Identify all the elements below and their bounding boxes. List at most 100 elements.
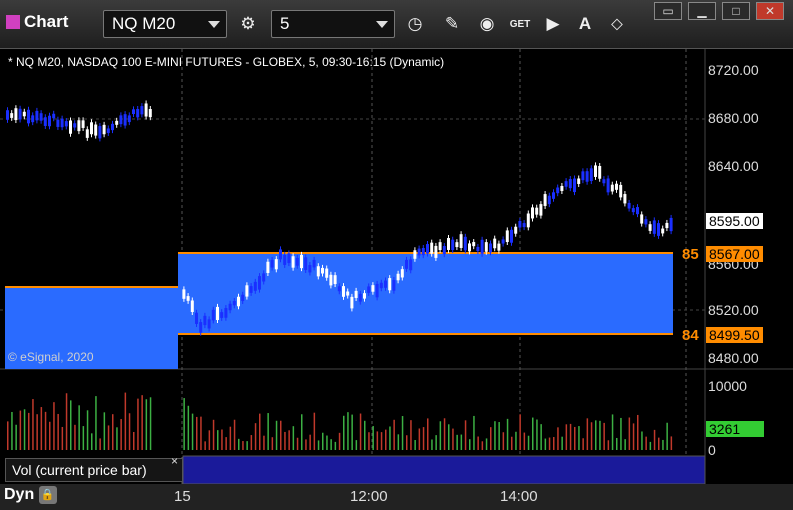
volume-bar [338, 432, 341, 450]
volume-bar [616, 437, 618, 450]
candle-body [669, 217, 673, 232]
upper-level-badge: 8567.00 [706, 246, 763, 262]
candle-body [510, 229, 513, 243]
volume-bar [456, 434, 458, 450]
candle-body [77, 120, 81, 132]
volume-bar [53, 402, 55, 450]
volume-bar [372, 426, 374, 450]
volume-bar [565, 424, 568, 450]
volume-bar [208, 430, 211, 450]
volume-bar [590, 422, 593, 450]
candle-body [652, 220, 656, 234]
volume-bar [536, 419, 538, 450]
candle-body [337, 286, 341, 292]
candle-body [64, 121, 68, 127]
candle-body [211, 309, 215, 321]
volume-axis-label: 10000 [708, 378, 747, 394]
candle-body [43, 117, 47, 126]
volume-bar [527, 435, 530, 450]
volume-bar [233, 419, 236, 450]
volume-bar [91, 433, 93, 450]
volume-bar [347, 412, 349, 450]
candle-body [22, 111, 26, 117]
candle-body [627, 202, 631, 209]
volume-bar [586, 418, 589, 450]
candle-body [623, 194, 627, 204]
volume-bar [263, 435, 265, 450]
volume-bar [607, 440, 610, 450]
volume-bar [49, 421, 51, 450]
candle-body [316, 266, 320, 277]
candle-body [358, 293, 362, 302]
candle-body [354, 290, 358, 298]
volume-bar [191, 413, 194, 450]
volume-bar [385, 429, 387, 450]
candle-body [560, 185, 564, 192]
volume-bar [494, 421, 496, 450]
mode-label[interactable]: Dyn 🔒 [4, 486, 57, 504]
candle-body [27, 109, 30, 124]
candle-body [14, 108, 18, 121]
candle-body [379, 282, 383, 289]
volume-bar [599, 420, 601, 450]
volume-bar [322, 432, 324, 450]
candle-body [241, 294, 245, 302]
candle-body [312, 259, 316, 268]
volume-bar [70, 400, 72, 450]
volume-bar [275, 420, 278, 450]
volume-bar [212, 419, 215, 450]
candle-body [228, 303, 232, 311]
volume-bar [553, 437, 555, 450]
volume-bar [670, 436, 673, 450]
volume-bar [460, 434, 463, 450]
volume-bar [439, 421, 442, 450]
candle-body [94, 124, 98, 136]
candle-body [119, 115, 123, 125]
volume-legend-panel [182, 455, 706, 485]
candle-body [216, 306, 219, 320]
candle-body [384, 280, 387, 288]
lock-icon[interactable]: 🔒 [38, 486, 57, 504]
volume-bar [641, 431, 643, 450]
volume-bar [637, 414, 639, 450]
candle-body [220, 312, 224, 318]
candle-body [468, 243, 471, 252]
volume-bar [469, 439, 471, 450]
candle-body [39, 113, 43, 121]
candle-body [438, 242, 442, 251]
volume-bar [116, 427, 118, 450]
volume-bar [506, 418, 509, 450]
candle-body [304, 257, 308, 270]
candle-body [476, 246, 480, 252]
candle-body [447, 238, 450, 250]
candle-body [199, 322, 203, 333]
volume-bar [427, 418, 429, 450]
candle-body [73, 123, 77, 128]
volume-legend-close-button[interactable]: × [171, 454, 178, 468]
candle-body [497, 243, 501, 251]
candle-body [329, 274, 333, 286]
candle-body [522, 223, 526, 228]
candle-body [434, 245, 438, 258]
candle-body [350, 296, 354, 309]
candle-body [573, 178, 576, 193]
volume-bar [632, 423, 635, 450]
volume-bar [326, 435, 328, 450]
candle-body [463, 236, 467, 251]
volume-bar [628, 417, 631, 450]
candle-body [564, 181, 568, 187]
candle-body [539, 204, 543, 216]
candle-body [90, 122, 93, 135]
volume-bar [28, 412, 30, 450]
candle-body [106, 128, 110, 133]
volume-bar [569, 423, 572, 450]
candle-body [568, 179, 572, 189]
volume-bars [7, 392, 673, 450]
volume-bar [309, 434, 311, 450]
volume-bar [15, 424, 17, 450]
volume-bar [296, 437, 299, 450]
price-chart[interactable] [0, 0, 793, 510]
volume-bar [431, 439, 433, 450]
candle-body [136, 108, 140, 118]
volume-bar [406, 435, 408, 450]
